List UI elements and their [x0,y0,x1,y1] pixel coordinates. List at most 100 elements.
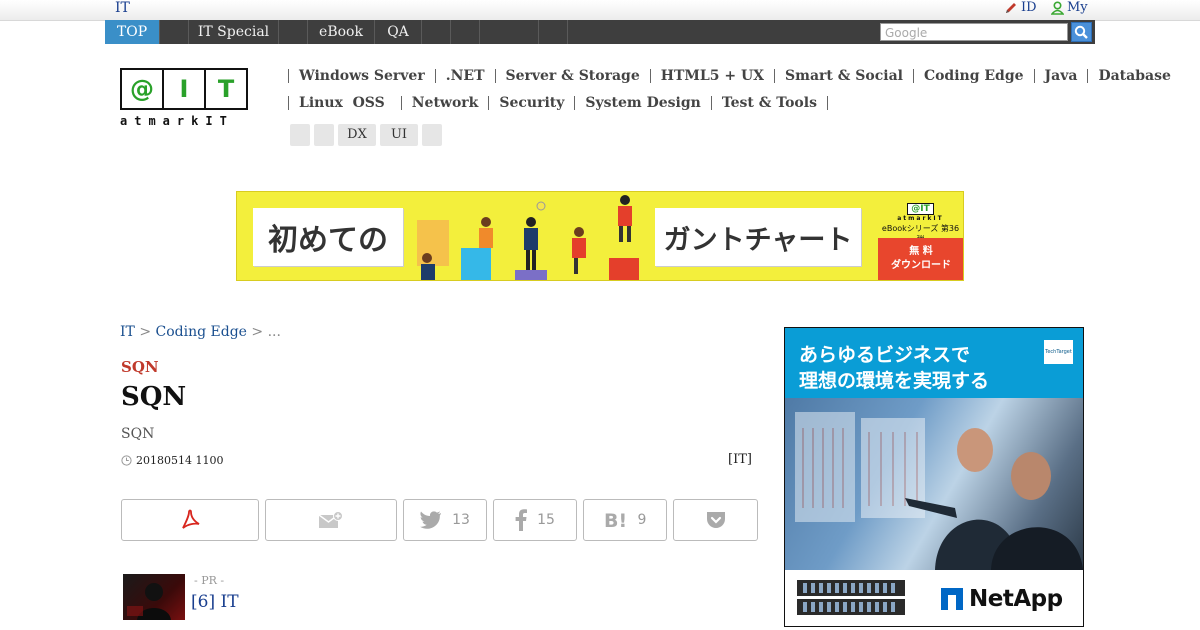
pocket-button[interactable] [673,499,758,541]
tab-blank-5[interactable] [480,20,539,44]
netapp-logo: NetApp [941,586,1063,612]
site-home-link[interactable]: IT [115,0,130,16]
chip-1[interactable] [290,124,310,146]
pr-link[interactable]: [6] IT [191,592,239,612]
chip-dx[interactable]: DX [338,124,376,146]
category-menu-row-1: Windows Server .NET Server & Storage HTM… [288,69,1181,83]
breadcrumb-separator: > [139,324,152,340]
pdf-button[interactable] [121,499,259,541]
facebook-count: 15 [537,512,555,528]
logo-mark: @ I T [120,68,248,110]
breadcrumb-section[interactable]: Coding Edge [156,324,247,340]
tab-it-special[interactable]: IT Special [189,20,279,44]
twitter-icon [420,511,442,529]
cat-security[interactable]: Security [488,96,574,110]
my-page-link[interactable]: My [1051,0,1088,15]
search-input[interactable]: Google [880,23,1068,41]
twitter-count: 13 [452,512,470,528]
ad-footer: NetApp [785,570,1083,626]
chip-2[interactable] [314,124,334,146]
facebook-icon [515,509,528,531]
banner-text-left: 初めての [253,208,403,266]
user-icon [1051,0,1064,15]
cat-database[interactable]: Database [1087,69,1180,83]
tab-blank-2[interactable] [279,20,308,44]
pdf-icon [182,509,200,529]
email-button[interactable] [265,499,397,541]
cat-smart-social[interactable]: Smart & Social [774,69,913,83]
logo-at: @ [122,70,164,108]
ad-headline-1: あらゆるビジネスで [799,344,971,366]
article-subtitle: SQN [121,426,155,442]
cat-system-design[interactable]: System Design [574,96,710,110]
ad-photo [785,398,1083,570]
hatena-share-button[interactable]: B! 9 [583,499,667,541]
cat-test-tools[interactable]: Test & Tools [710,96,827,110]
banner-badge: @IT atmarkIT eBookシリーズ 第36弾 [878,196,963,244]
banner-cta-line2: ダウンロード [891,260,951,271]
tag-chips: DX UI [290,124,442,146]
date-text: 20180514 1100 [136,454,224,467]
logo-wordmark: atmarkIT [120,114,234,128]
banner-badge-sub: atmarkIT [897,215,944,222]
page-title: SQN [121,382,187,412]
pr-thumbnail[interactable] [123,574,185,620]
svg-text:B!: B! [604,510,627,530]
site-logo[interactable]: @ I T atmarkIT [120,68,248,128]
tab-blank-1[interactable] [160,20,189,44]
cat-windows-server[interactable]: Windows Server [288,69,435,83]
hatena-count: 9 [637,512,647,528]
tab-blank-4[interactable] [451,20,480,44]
facebook-share-button[interactable]: 15 [493,499,577,541]
cat-network[interactable]: Network [400,96,489,110]
logo-i: I [164,70,206,108]
pocket-icon [706,512,725,528]
my-label: My [1067,0,1088,15]
cat-html5-ux[interactable]: HTML5 + UX [649,69,774,83]
banner-illustration [417,195,639,280]
banner-cta-line1: 無 料 [909,246,933,257]
article-date: 20180514 1100 [121,454,223,467]
article-kicker: SQN [121,358,159,376]
hacker-image-icon [127,583,171,620]
breadcrumb-separator: > [251,324,264,340]
tab-qa[interactable]: QA [375,20,422,44]
cat-java[interactable]: Java [1033,69,1088,83]
tab-top[interactable]: TOP [105,20,160,44]
hatena-bookmark-icon: B! [604,510,627,530]
netapp-wordmark: NetApp [969,586,1063,612]
tab-blank-3[interactable] [422,20,451,44]
global-nav: TOP IT Special eBook QA Google [105,20,1095,44]
ad-headline-2: 理想の環境を実現する [799,370,990,392]
netapp-mark-icon [941,588,963,610]
utility-bar: IT ID My [0,0,1200,21]
ad-badge: TechTarget [1044,340,1073,364]
search-button[interactable] [1071,22,1092,42]
cat-dotnet[interactable]: .NET [434,69,495,83]
breadcrumb-home[interactable]: IT [120,324,135,340]
pencil-icon [1006,2,1016,13]
pr-label: - PR - [194,574,225,587]
logo-t: T [217,75,235,103]
cat-coding-edge[interactable]: Coding Edge [912,69,1034,83]
id-label: ID [1021,0,1037,15]
cat-linux-oss[interactable]: Linux OSS [288,96,401,110]
sidebar-ad[interactable]: あらゆるビジネスで 理想の環境を実現する TechTarget NetApp [784,327,1084,627]
id-login-link[interactable]: ID [1004,0,1037,15]
mail-plus-icon [318,511,343,528]
search-icon [1074,25,1088,39]
tab-ebook[interactable]: eBook [308,20,375,44]
tab-blank-6[interactable] [539,20,568,44]
ebook-banner-ad[interactable]: 初めての ガントチャート @IT atmarkIT eBookシリーズ 第36弾… [236,191,964,281]
banner-download-button[interactable]: 無 料 ダウンロード [878,238,963,280]
banner-badge-logo: @IT [907,203,934,215]
breadcrumb: IT > Coding Edge > ... [120,324,281,340]
breadcrumb-current: ... [267,324,281,340]
cat-server-storage[interactable]: Server & Storage [494,69,650,83]
category-menu-row-2: Linux OSS Network Security System Design… [288,96,828,110]
menu-divider [826,96,828,110]
article-author: [IT] [728,452,752,467]
chip-ui[interactable]: UI [380,124,418,146]
twitter-share-button[interactable]: 13 [403,499,487,541]
chip-5[interactable] [422,124,442,146]
